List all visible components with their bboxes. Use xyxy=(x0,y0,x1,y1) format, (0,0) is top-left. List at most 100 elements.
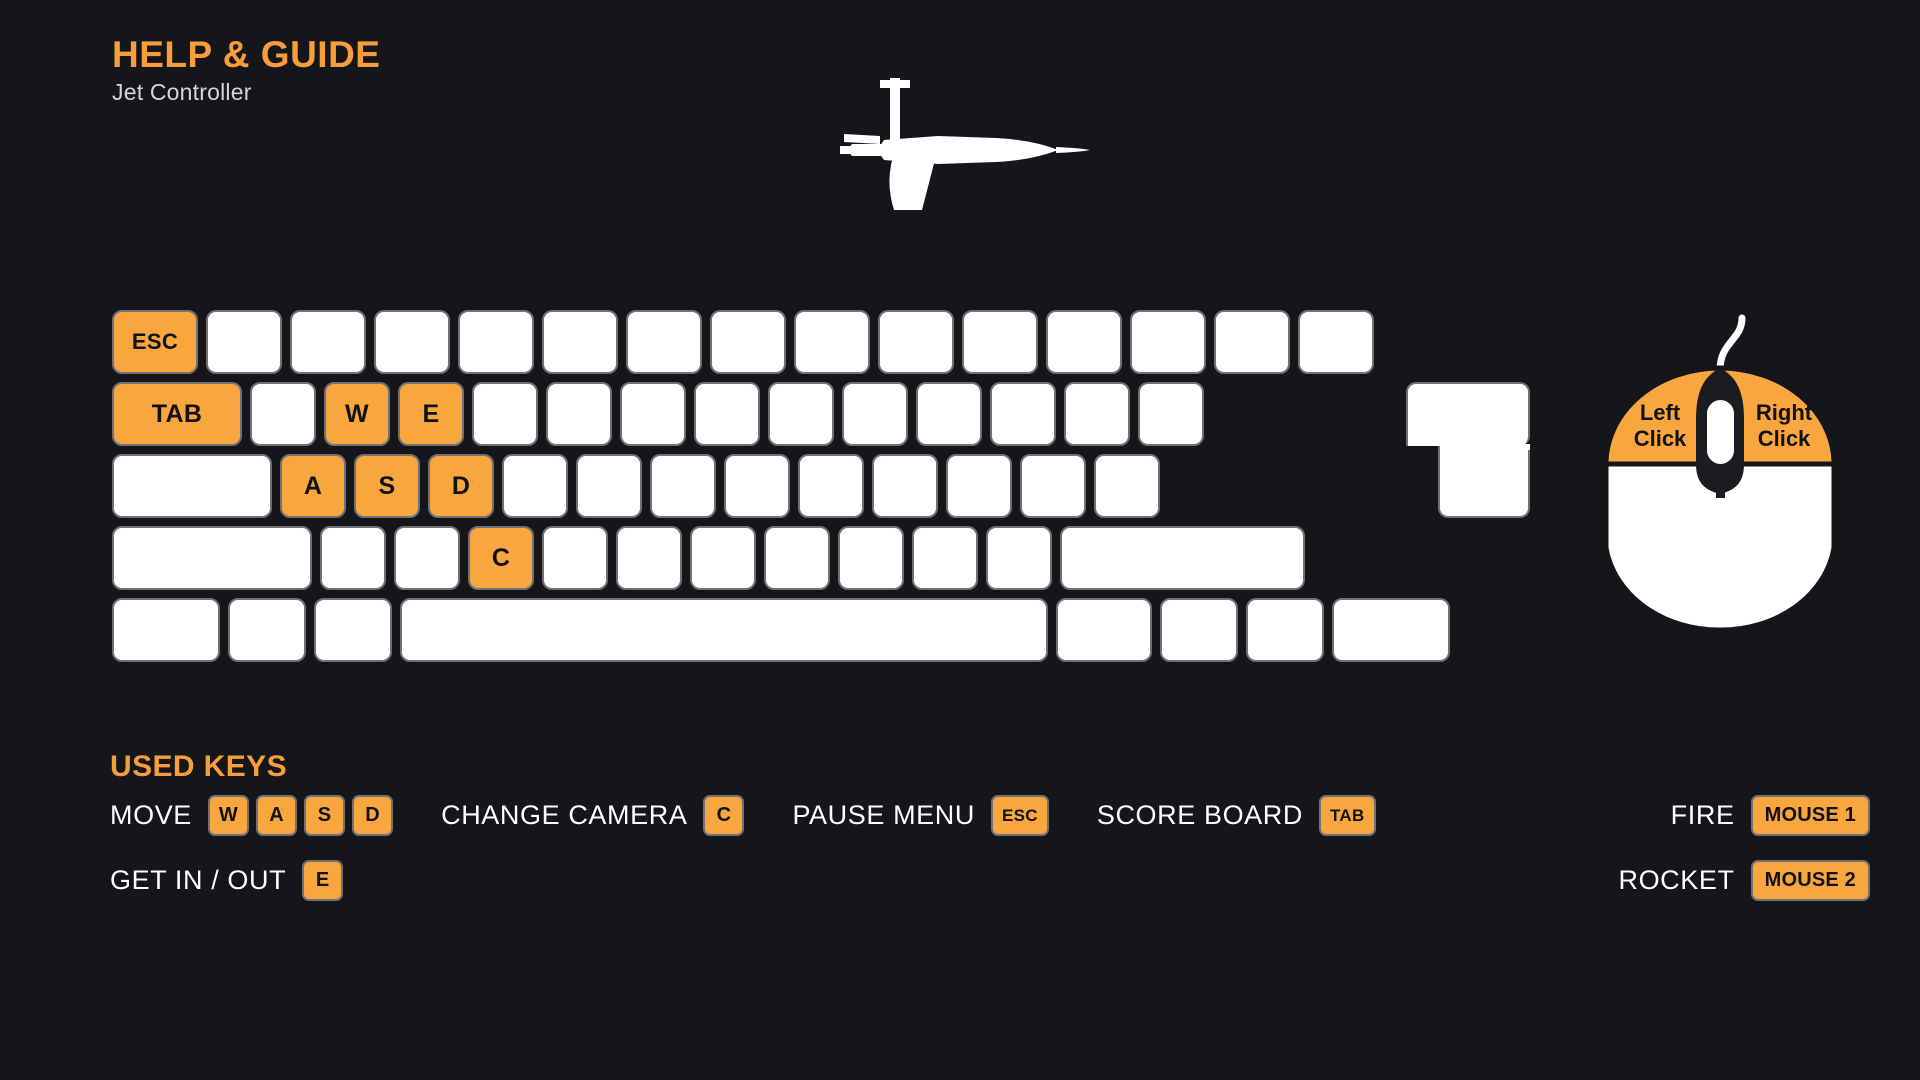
legend-keys: WASD xyxy=(207,795,394,836)
key-blank[interactable] xyxy=(320,526,386,590)
key-blank[interactable] xyxy=(1056,598,1152,662)
key-blank[interactable] xyxy=(502,454,568,518)
key-blank[interactable] xyxy=(764,526,830,590)
key-e[interactable]: E xyxy=(398,382,464,446)
key-esc[interactable]: ESC xyxy=(112,310,198,374)
key-label: W xyxy=(345,399,369,428)
key-blank[interactable] xyxy=(690,526,756,590)
mouse-cable-icon xyxy=(1716,314,1746,374)
key-blank[interactable] xyxy=(798,454,864,518)
key-blank[interactable] xyxy=(458,310,534,374)
keyboard-row-function-row: ESC xyxy=(112,310,1530,374)
mouse-diagram: Left Click Right Click xyxy=(1592,312,1848,647)
key-blank[interactable] xyxy=(616,526,682,590)
key-blank[interactable] xyxy=(694,382,760,446)
key-blank[interactable] xyxy=(374,310,450,374)
legend-key-esc[interactable]: ESC xyxy=(990,795,1049,836)
key-blank[interactable] xyxy=(314,598,392,662)
key-blank[interactable] xyxy=(878,310,954,374)
keyboard-row-home-row: AS D xyxy=(112,454,1530,518)
key-blank[interactable] xyxy=(1298,310,1374,374)
key-blank[interactable] xyxy=(228,598,306,662)
legend-key-e[interactable]: E xyxy=(302,860,344,901)
legend-label: SCORE BOARD xyxy=(1096,800,1303,830)
key-a[interactable]: A xyxy=(280,454,346,518)
legend-key-mouse-2[interactable]: MOUSE 2 xyxy=(1750,860,1870,901)
key-blank[interactable] xyxy=(542,310,618,374)
legend-row-right-1: FIRE MOUSE 1 xyxy=(1671,795,1870,836)
button-divider xyxy=(1716,462,1725,498)
key-blank[interactable] xyxy=(206,310,282,374)
key-blank[interactable] xyxy=(290,310,366,374)
key-enter-seam xyxy=(1440,444,1530,450)
key-blank[interactable] xyxy=(472,382,538,446)
key-blank[interactable] xyxy=(916,382,982,446)
key-w[interactable]: W xyxy=(324,382,390,446)
key-d[interactable]: D xyxy=(428,454,494,518)
key-blank[interactable] xyxy=(946,454,1012,518)
key-label: C xyxy=(491,543,511,572)
key-blank[interactable] xyxy=(1160,598,1238,662)
key-blank[interactable] xyxy=(1020,454,1086,518)
legend-key-tab[interactable]: TAB xyxy=(1318,795,1376,836)
key-blank[interactable] xyxy=(724,454,790,518)
key-blank[interactable] xyxy=(400,598,1048,662)
key-blank[interactable] xyxy=(1138,382,1204,446)
legend-key-a[interactable]: A xyxy=(256,795,298,836)
key-blank[interactable] xyxy=(250,382,316,446)
key-blank[interactable] xyxy=(1094,454,1160,518)
key-blank[interactable] xyxy=(112,454,272,518)
legend-keys: C xyxy=(703,795,745,836)
key-blank[interactable] xyxy=(112,598,220,662)
key-blank[interactable] xyxy=(838,526,904,590)
key-blank[interactable] xyxy=(842,382,908,446)
legend-label: PAUSE MENU xyxy=(792,800,975,830)
key-blank[interactable] xyxy=(990,382,1056,446)
legend-entry-move: MOVE W A S D xyxy=(110,795,394,836)
right-click-label-line1: Right xyxy=(1756,400,1813,425)
legend-key-d[interactable]: D xyxy=(352,795,394,836)
key-tab[interactable]: TAB xyxy=(112,382,242,446)
key-label: E xyxy=(422,399,440,428)
key-blank[interactable] xyxy=(912,526,978,590)
key-blank[interactable] xyxy=(962,310,1038,374)
key-label: ESC xyxy=(131,329,179,354)
key-blank[interactable] xyxy=(1246,598,1324,662)
key-blank[interactable] xyxy=(1332,598,1450,662)
key-blank[interactable] xyxy=(546,382,612,446)
key-blank[interactable] xyxy=(112,526,312,590)
key-blank[interactable] xyxy=(650,454,716,518)
fighter-jet-icon xyxy=(818,78,1098,233)
legend-keys: MOUSE 1 xyxy=(1750,795,1870,836)
legend-label: MOVE xyxy=(110,800,192,830)
key-c[interactable]: C xyxy=(468,526,534,590)
key-blank[interactable] xyxy=(768,382,834,446)
key-blank[interactable] xyxy=(620,382,686,446)
keyboard: ESC TAB W E A S D C xyxy=(112,310,1530,670)
key-blank[interactable] xyxy=(794,310,870,374)
key-blank[interactable] xyxy=(1064,382,1130,446)
key-s[interactable]: S xyxy=(354,454,420,518)
scroll-wheel-icon xyxy=(1707,400,1734,464)
legend-key-mouse-1[interactable]: MOUSE 1 xyxy=(1750,795,1870,836)
key-blank[interactable] xyxy=(986,526,1052,590)
legend-key-w[interactable]: W xyxy=(207,795,250,836)
key-blank[interactable] xyxy=(1214,310,1290,374)
legend-keys: TAB xyxy=(1318,795,1376,836)
key-blank[interactable] xyxy=(626,310,702,374)
legend-keys: ESC xyxy=(990,795,1049,836)
legend-key-s[interactable]: S xyxy=(304,795,346,836)
legend-keys: MOUSE 2 xyxy=(1750,860,1870,901)
key-label: D xyxy=(451,471,471,500)
key-blank[interactable] xyxy=(576,454,642,518)
key-blank[interactable] xyxy=(872,454,938,518)
legend-key-c[interactable]: C xyxy=(703,795,745,836)
legend-label: ROCKET xyxy=(1618,865,1735,895)
key-blank[interactable] xyxy=(710,310,786,374)
legend-entry-pause-menu: PAUSE MENU ESC xyxy=(792,795,1049,836)
key-blank[interactable] xyxy=(542,526,608,590)
key-blank[interactable] xyxy=(394,526,460,590)
key-blank[interactable] xyxy=(1046,310,1122,374)
key-blank[interactable] xyxy=(1060,526,1305,590)
key-blank[interactable] xyxy=(1130,310,1206,374)
